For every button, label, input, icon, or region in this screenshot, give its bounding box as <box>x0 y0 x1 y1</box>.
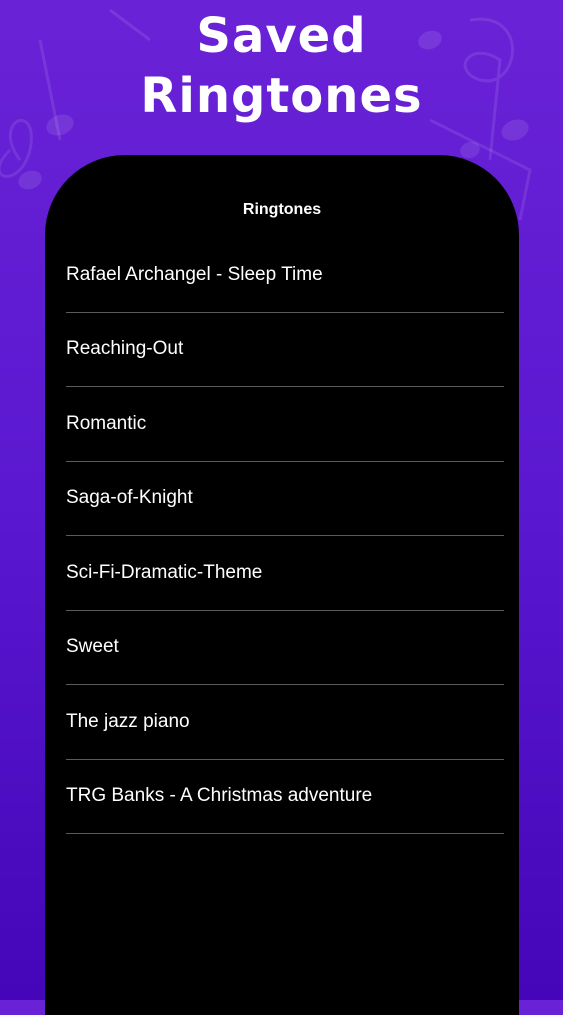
ringtone-item[interactable]: Romantic <box>66 387 504 462</box>
ringtone-item[interactable]: TRG Banks - A Christmas adventure <box>66 760 504 834</box>
phone-screen: Ringtones Rafael Archangel - Sleep Time … <box>45 155 519 1015</box>
ringtone-list: Rafael Archangel - Sleep Time Reaching-O… <box>66 238 504 834</box>
ringtone-item[interactable]: Saga-of-Knight <box>66 462 504 536</box>
hero-title: Saved Ringtones <box>0 6 563 126</box>
ringtone-item[interactable]: Rafael Archangel - Sleep Time <box>66 238 504 313</box>
nav-title: Ringtones <box>242 201 322 218</box>
ringtone-item[interactable]: Sweet <box>66 611 504 685</box>
hero-title-line1: Saved <box>196 8 367 64</box>
ringtone-item[interactable]: Sci-Fi-Dramatic-Theme <box>66 536 504 611</box>
ringtone-item[interactable]: The jazz piano <box>66 685 504 760</box>
hero-title-line2: Ringtones <box>140 68 423 124</box>
ringtone-item[interactable]: Reaching-Out <box>66 313 504 387</box>
